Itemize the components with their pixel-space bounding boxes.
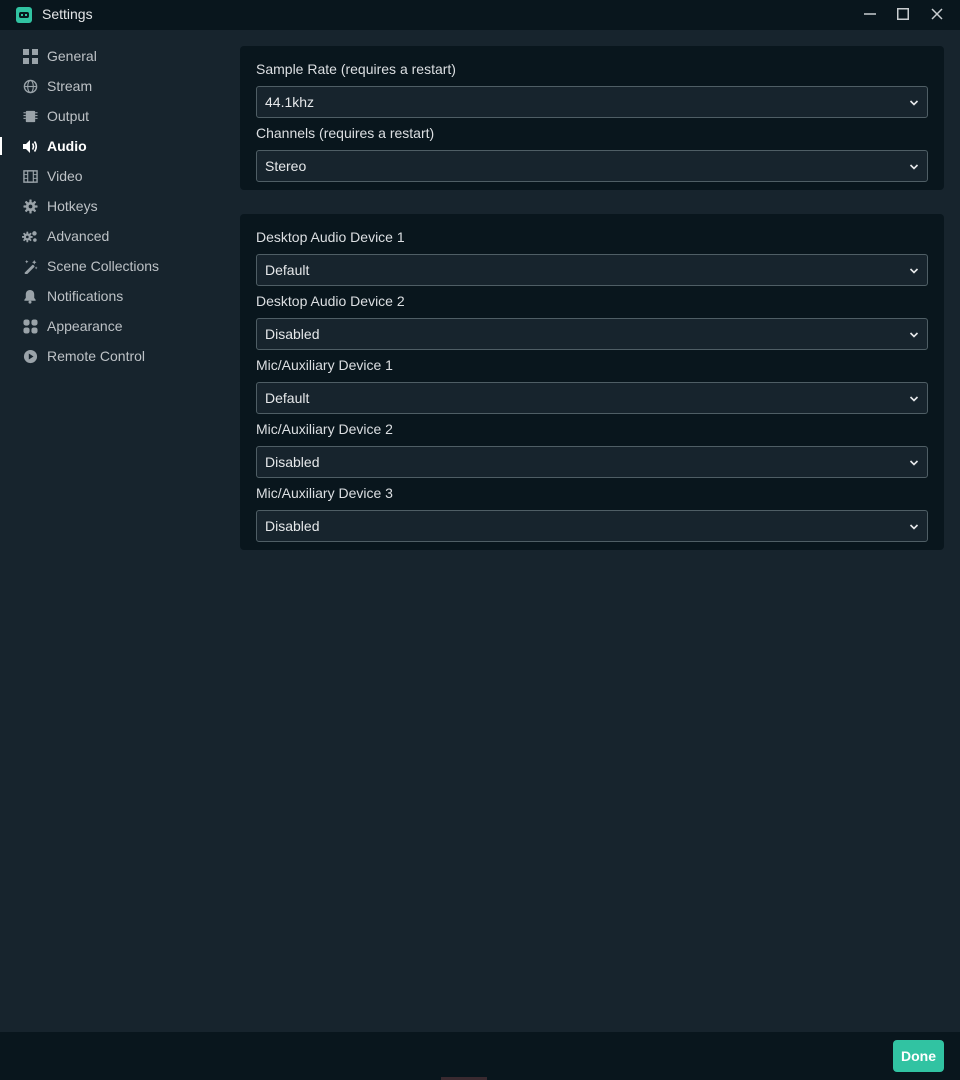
sidebar-item-appearance[interactable]: Appearance xyxy=(0,311,230,341)
maximize-button[interactable] xyxy=(886,0,920,28)
speaker-icon xyxy=(22,138,38,154)
close-button[interactable] xyxy=(920,0,954,28)
minimize-button[interactable] xyxy=(853,0,887,28)
channels-label: Channels (requires a restart) xyxy=(256,125,435,141)
chevron-down-icon xyxy=(909,100,919,106)
play-circle-icon xyxy=(22,348,38,364)
film-icon xyxy=(22,168,38,184)
grid-icon xyxy=(22,48,38,64)
desktop-audio-1-value: Default xyxy=(265,262,310,278)
sidebar-item-label: Video xyxy=(47,168,83,184)
sample-rate-select[interactable]: 44.1khz xyxy=(256,86,928,118)
sidebar-item-stream[interactable]: Stream xyxy=(0,71,230,101)
settings-footer: Done xyxy=(0,1032,960,1080)
chip-icon xyxy=(22,108,38,124)
sidebar-item-label: Hotkeys xyxy=(47,198,98,214)
sidebar-item-label: Advanced xyxy=(47,228,110,244)
sidebar-item-audio[interactable]: Audio xyxy=(0,131,230,161)
mic-aux-1-select[interactable]: Default xyxy=(256,382,928,414)
mic-aux-2-label: Mic/Auxiliary Device 2 xyxy=(256,421,393,437)
desktop-audio-2-select[interactable]: Disabled xyxy=(256,318,928,350)
mic-aux-2-select[interactable]: Disabled xyxy=(256,446,928,478)
mic-aux-3-select[interactable]: Disabled xyxy=(256,510,928,542)
sidebar-item-advanced[interactable]: Advanced xyxy=(0,221,230,251)
mic-aux-1-value: Default xyxy=(265,390,310,406)
sidebar-item-label: Scene Collections xyxy=(47,258,160,274)
desktop-audio-1-select[interactable]: Default xyxy=(256,254,928,286)
sidebar-item-notifications[interactable]: Notifications xyxy=(0,281,230,311)
sample-rate-value: 44.1khz xyxy=(265,94,315,110)
sidebar-item-label: Output xyxy=(47,108,90,124)
sidebar-item-label: Audio xyxy=(47,138,87,154)
sidebar-item-label: Remote Control xyxy=(47,348,146,364)
desktop-audio-1-label: Desktop Audio Device 1 xyxy=(256,229,405,245)
audio-devices-panel: Desktop Audio Device 1 Default Desktop A… xyxy=(240,214,944,550)
mic-aux-3-label: Mic/Auxiliary Device 3 xyxy=(256,485,393,501)
gear-icon xyxy=(22,198,38,214)
magic-wand-icon xyxy=(22,258,38,274)
desktop-audio-2-label: Desktop Audio Device 2 xyxy=(256,293,405,309)
chevron-down-icon xyxy=(909,460,919,466)
channels-select[interactable]: Stereo xyxy=(256,150,928,182)
done-button[interactable]: Done xyxy=(893,1040,944,1072)
desktop-audio-2-value: Disabled xyxy=(265,326,320,342)
mic-aux-1-label: Mic/Auxiliary Device 1 xyxy=(256,357,393,373)
mic-aux-3-value: Disabled xyxy=(265,518,320,534)
window-title: Settings xyxy=(42,6,93,22)
chevron-down-icon xyxy=(909,524,919,530)
chevron-down-icon xyxy=(909,396,919,402)
minimize-icon xyxy=(864,13,876,15)
sidebar-item-output[interactable]: Output xyxy=(0,101,230,131)
audio-format-panel: Sample Rate (requires a restart) 44.1khz… xyxy=(240,46,944,190)
sidebar-item-video[interactable]: Video xyxy=(0,161,230,191)
streamlabs-logo-icon xyxy=(16,7,32,23)
sidebar-item-label: Notifications xyxy=(47,288,124,304)
sidebar-item-remote-control[interactable]: Remote Control xyxy=(0,341,230,371)
sidebar-item-hotkeys[interactable]: Hotkeys xyxy=(0,191,230,221)
sidebar-item-label: Appearance xyxy=(47,318,123,334)
sidebar-item-label: Stream xyxy=(47,78,93,94)
palette-icon xyxy=(22,318,38,334)
channels-value: Stereo xyxy=(265,158,307,174)
sidebar-item-label: General xyxy=(47,48,97,64)
globe-icon xyxy=(22,78,38,94)
sidebar-item-scene-collections[interactable]: Scene Collections xyxy=(0,251,230,281)
maximize-icon xyxy=(897,8,909,20)
chevron-down-icon xyxy=(909,164,919,170)
sidebar-item-general[interactable]: General xyxy=(0,41,230,71)
sample-rate-label: Sample Rate (requires a restart) xyxy=(256,61,456,77)
chevron-down-icon xyxy=(909,268,919,274)
bell-icon xyxy=(22,288,38,304)
settings-sidebar: General Stream Output Audio Video Hotkey… xyxy=(0,41,230,371)
mic-aux-2-value: Disabled xyxy=(265,454,320,470)
chevron-down-icon xyxy=(909,332,919,338)
close-icon xyxy=(931,8,943,20)
gears-icon xyxy=(22,228,38,244)
settings-window: Settings General Stream Output Audio Vid… xyxy=(0,0,960,1080)
title-bar: Settings xyxy=(0,0,960,30)
